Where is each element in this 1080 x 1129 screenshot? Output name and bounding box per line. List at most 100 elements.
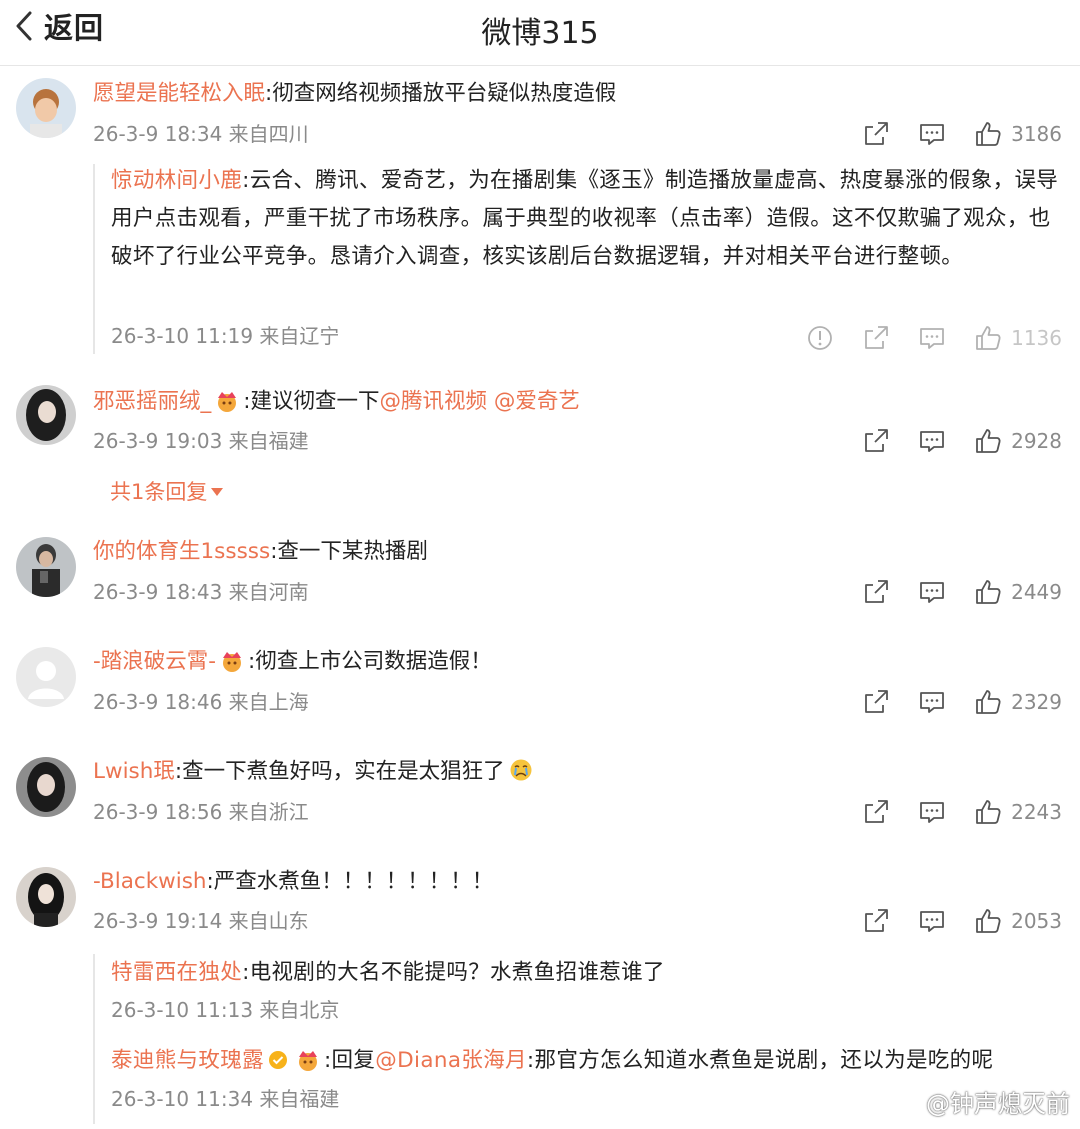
like-button[interactable] — [973, 906, 1003, 936]
comment-button[interactable] — [917, 323, 947, 353]
share-button[interactable] — [861, 797, 891, 827]
username[interactable]: Lwish珉 — [93, 759, 175, 784]
reply-username[interactable]: 泰迪熊与玫瑰露 — [111, 1048, 264, 1073]
like-icon — [976, 800, 1001, 824]
watermark-text: @钟声熄灭前 — [926, 1090, 1070, 1118]
avatar[interactable] — [16, 867, 76, 927]
comment-actions: 2243 — [835, 797, 1062, 827]
comment-text: :严查水煮鱼！！！！！！！！ — [206, 869, 494, 894]
like-icon — [976, 326, 1001, 350]
like-count: 2928 — [1011, 429, 1062, 453]
like-button[interactable] — [973, 426, 1003, 456]
comment-text: :查一下煮鱼好吗，实在是太猖狂了 — [174, 759, 505, 784]
comment-button[interactable] — [917, 797, 947, 827]
report-button[interactable] — [805, 323, 835, 353]
reply-text-block: 泰迪熊与玫瑰露 :回复@Diana张海月:那官方怎么知道水煮鱼是说剧，还以为是吃的… — [111, 1042, 1062, 1080]
share-button[interactable] — [861, 323, 891, 353]
expand-replies-button[interactable]: 共1条回复 — [110, 476, 224, 506]
comment-text: :彻查上市公司数据造假！ — [248, 649, 492, 674]
like-button[interactable] — [973, 687, 1003, 717]
comment-line: -Blackwish:严查水煮鱼！！！！！！！！ — [93, 866, 1066, 898]
comment-line: Lwish珉:查一下煮鱼好吗，实在是太猖狂了 — [93, 756, 1066, 788]
share-icon — [865, 326, 888, 349]
mention-link[interactable]: @Diana张海月 — [375, 1048, 527, 1073]
like-icon — [976, 122, 1001, 146]
share-icon — [865, 800, 888, 823]
username[interactable]: 你的体育生1sssss — [93, 539, 270, 564]
verified-badge-icon — [268, 1051, 287, 1069]
comment-item: -踏浪破云霄-:彻查上市公司数据造假！ 26-3-9 18:46 来自上海 23… — [0, 630, 1080, 740]
share-icon — [865, 122, 888, 145]
reply-meta: 26-3-10 11:13 来自北京 — [111, 998, 340, 1022]
reply-username[interactable]: 惊动林间小鹿 — [111, 168, 242, 193]
comment-button[interactable] — [917, 906, 947, 936]
comment-line: 愿望是能轻松入眠:彻查网络视频播放平台疑似热度造假 — [93, 78, 1066, 110]
avatar[interactable] — [16, 385, 76, 445]
comment-actions: 3186 — [835, 119, 1062, 149]
reply-meta: 26-3-10 11:34 来自福建 — [111, 1087, 340, 1111]
comment-icon — [920, 911, 944, 932]
comment-meta: 26-3-9 18:34 来自四川 — [93, 122, 309, 146]
comment-item: 邪恶摇丽绒_ :建议彻查一下@腾讯视频 @爱奇艺 26-3-9 19:03 来自福… — [0, 370, 1080, 520]
comment-button[interactable] — [917, 119, 947, 149]
comment-text: :建议彻查一下 — [243, 389, 380, 414]
share-button[interactable] — [861, 119, 891, 149]
like-count: 2243 — [1011, 800, 1062, 824]
comment-item: 你的体育生1sssss:查一下某热播剧 26-3-9 18:43 来自河南 24… — [0, 520, 1080, 630]
comment-button[interactable] — [917, 687, 947, 717]
like-button[interactable] — [973, 119, 1003, 149]
reply-text-block: 特雷西在独处:电视剧的大名不能提吗？水煮鱼招谁惹谁了 — [111, 954, 1062, 992]
top-bar: 返回 微博315 — [0, 0, 1080, 66]
username[interactable]: 邪恶摇丽绒_ — [93, 389, 211, 414]
like-count: 2449 — [1011, 580, 1062, 604]
like-button[interactable] — [973, 323, 1003, 353]
avatar[interactable] — [16, 757, 76, 817]
comment-item: Lwish珉:查一下煮鱼好吗，实在是太猖狂了 26-3-9 18:56 来自浙江… — [0, 740, 1080, 850]
comment-button[interactable] — [917, 426, 947, 456]
reply-prefix: :回复 — [323, 1048, 376, 1073]
comment-text: :彻查网络视频播放平台疑似热度造假 — [265, 81, 617, 106]
reply-text: :电视剧的大名不能提吗？水煮鱼招谁惹谁了 — [242, 960, 665, 985]
comment-actions: 2329 — [835, 687, 1062, 717]
comment-button[interactable] — [917, 577, 947, 607]
comment-meta: 26-3-9 19:03 来自福建 — [93, 429, 309, 453]
share-button[interactable] — [861, 687, 891, 717]
like-count: 2329 — [1011, 690, 1062, 714]
mention-link[interactable]: @腾讯视频 — [380, 389, 488, 414]
share-icon — [865, 909, 888, 932]
like-button[interactable] — [973, 577, 1003, 607]
comment-icon — [920, 692, 944, 713]
comment-text: :查一下某热播剧 — [270, 539, 428, 564]
avatar[interactable] — [16, 647, 76, 707]
avatar[interactable] — [16, 78, 76, 138]
crown-badge-icon — [218, 392, 237, 412]
reply-text: :那官方怎么知道水煮鱼是说剧，还以为是吃的呢 — [526, 1048, 994, 1073]
comment-actions: 2928 — [835, 426, 1062, 456]
username[interactable]: 愿望是能轻松入眠 — [93, 81, 265, 106]
share-button[interactable] — [861, 426, 891, 456]
like-count: 3186 — [1011, 122, 1062, 146]
comment-icon — [920, 328, 944, 349]
like-button[interactable] — [973, 797, 1003, 827]
crown-badge-icon — [223, 652, 242, 672]
reply-meta: 26-3-10 11:19 来自辽宁 — [111, 324, 340, 348]
mention-link[interactable]: @爱奇艺 — [494, 389, 580, 414]
share-button[interactable] — [861, 906, 891, 936]
reply-username[interactable]: 特雷西在独处 — [111, 960, 242, 985]
username[interactable]: -踏浪破云霄- — [93, 649, 216, 674]
like-count: 1136 — [1011, 326, 1062, 350]
crown-badge-icon — [298, 1051, 317, 1071]
avatar[interactable] — [16, 537, 76, 597]
comment-line: -踏浪破云霄- :彻查上市公司数据造假！ — [93, 646, 1066, 678]
comment-meta: 26-3-9 19:14 来自山东 — [93, 909, 309, 933]
comment-icon — [920, 124, 944, 145]
comment-icon — [920, 582, 944, 603]
watermark: @钟声熄灭前 — [886, 1084, 1070, 1119]
username[interactable]: -Blackwish — [93, 869, 207, 894]
reply-text: :云合、腾讯、爱奇艺，为在播剧集《逐玉》制造播放量虚高、热度暴涨的假象，误导用户… — [111, 168, 1059, 269]
share-button[interactable] — [861, 577, 891, 607]
weibo-logo-icon — [888, 1091, 917, 1114]
comment-line: 邪恶摇丽绒_ :建议彻查一下@腾讯视频 @爱奇艺 — [93, 386, 1066, 418]
expand-replies-label: 共1条回复 — [110, 480, 208, 504]
reply-text-block: 惊动林间小鹿:云合、腾讯、爱奇艺，为在播剧集《逐玉》制造播放量虚高、热度暴涨的假… — [111, 162, 1062, 276]
